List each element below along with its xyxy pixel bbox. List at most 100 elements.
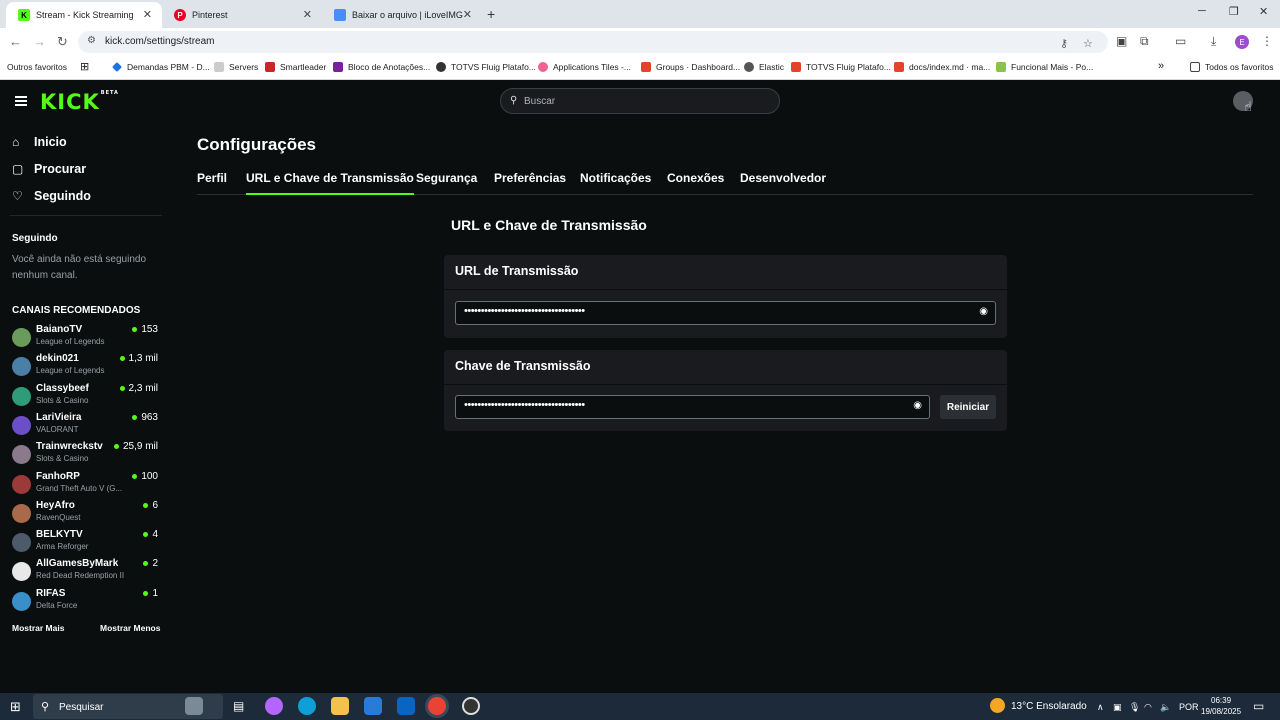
mic-icon[interactable]: 🎙 <box>1129 702 1140 713</box>
close-tab-icon[interactable]: ✕ <box>463 8 472 21</box>
show-url-eye-icon[interactable]: ◉ <box>979 306 988 317</box>
mouse-cursor-icon: ☝ <box>1244 99 1252 114</box>
stream-key-field[interactable]: •••••••••••••••••••••••••••••••••••• ◉ <box>455 395 930 419</box>
chrome-icon[interactable] <box>428 697 446 715</box>
browser-tab-title: Stream - Kick Streaming <box>36 10 134 20</box>
channel-item[interactable]: FanhoRP Grand Theft Auto V (G... 100 <box>12 471 160 499</box>
reload-icon[interactable]: ↻ <box>57 34 68 50</box>
bookmark-item[interactable]: Smartleader <box>265 62 326 72</box>
tab-preferences[interactable]: Preferências <box>494 171 566 185</box>
recommended-title: CANAIS RECOMENDADOS <box>12 305 141 316</box>
bookmark-item[interactable]: Applications Tiles -... <box>538 62 631 72</box>
channel-item[interactable]: Classybeef Slots & Casino 2,3 mil <box>12 383 160 411</box>
browser-tab-kick[interactable]: K Stream - Kick Streaming ✕ <box>6 2 162 28</box>
edge-icon[interactable] <box>298 697 316 715</box>
copilot-icon[interactable] <box>265 697 283 715</box>
tray-chevron-icon[interactable]: ∧ <box>1097 702 1104 713</box>
tab-profile[interactable]: Perfil <box>197 171 227 185</box>
channel-item[interactable]: AllGamesByMark Red Dead Redemption II 2 <box>12 558 160 586</box>
tab-security[interactable]: Segurança <box>416 171 477 185</box>
bookmark-item[interactable]: Servers <box>214 62 258 72</box>
show-more-button[interactable]: Mostrar Mais <box>12 623 64 633</box>
profile-avatar[interactable]: E <box>1235 35 1249 49</box>
app-icon[interactable] <box>462 697 480 715</box>
close-tab-icon[interactable]: ✕ <box>143 8 152 21</box>
channel-item[interactable]: BaianoTV League of Legends 153 <box>12 324 160 352</box>
hamburger-menu-icon[interactable] <box>15 96 27 106</box>
extension-icon[interactable]: ▣ <box>1116 34 1127 48</box>
sidebar-item-home[interactable]: ⌂ Inicio <box>12 135 67 149</box>
minimize-icon[interactable]: ─ <box>1198 5 1206 17</box>
restore-icon[interactable]: ❐ <box>1229 5 1239 18</box>
more-bookmarks-icon[interactable]: » <box>1158 60 1164 72</box>
bookmark-item[interactable]: Demandas PBM - D... <box>112 62 210 72</box>
taskbar-search-input[interactable]: ⚲ Pesquisar <box>33 694 223 719</box>
live-dot-icon <box>132 415 138 420</box>
bookmark-star-icon[interactable]: ☆ <box>1083 37 1093 50</box>
show-key-eye-icon[interactable]: ◉ <box>913 400 922 411</box>
tab-connections[interactable]: Conexões <box>667 171 724 185</box>
address-bar[interactable]: ⚙ kick.com/settings/stream ⚷ ☆ <box>78 31 1108 53</box>
weather-text[interactable]: 13°C Ensolarado <box>1011 701 1087 712</box>
bookmark-item[interactable]: Funcional Mais - Po... <box>996 62 1093 72</box>
search-input[interactable]: ⚲ Buscar <box>500 88 780 114</box>
reset-key-button[interactable]: Reiniciar <box>940 395 996 419</box>
clock-time[interactable]: 06:39 <box>1211 696 1231 705</box>
stream-url-card: URL de Transmissão •••••••••••••••••••••… <box>444 255 1007 338</box>
volume-icon[interactable]: 🔈 <box>1160 702 1171 713</box>
bookmark-item[interactable]: TOTVS Fluig Platafo... <box>436 62 536 72</box>
notifications-icon[interactable]: ▭ <box>1253 699 1264 713</box>
new-tab-icon[interactable]: + <box>487 6 495 22</box>
kick-favicon-icon: K <box>18 9 30 21</box>
wifi-icon[interactable]: ◠ <box>1144 702 1152 713</box>
all-bookmarks-folder[interactable]: Todos os favoritos <box>1190 62 1274 72</box>
store-icon[interactable] <box>364 697 382 715</box>
kick-logo[interactable]: KICKBETA <box>40 90 119 114</box>
channel-item[interactable]: HeyAfro RavenQuest 6 <box>12 500 160 528</box>
channel-item[interactable]: BELKYTV Arma Reforger 4 <box>12 529 160 557</box>
channel-item[interactable]: dekin021 League of Legends 1,3 mil <box>12 353 160 381</box>
bookmark-item[interactable]: TOTVS Fluig Platafo... <box>791 62 891 72</box>
tab-notifications[interactable]: Notificações <box>580 171 651 185</box>
outlook-icon[interactable] <box>397 697 415 715</box>
bookmark-item[interactable]: Bloco de Anotações... <box>333 62 430 72</box>
bookmark-item[interactable]: Outros favoritos <box>7 62 67 72</box>
tab-stream-url-key[interactable]: URL e Chave de Transmissão <box>246 171 414 195</box>
extensions-puzzle-icon[interactable]: ⧉ <box>1140 34 1149 49</box>
tray-app-icon[interactable]: ▣ <box>1113 702 1122 713</box>
download-icon[interactable]: ⤓ <box>1211 34 1216 49</box>
back-icon[interactable]: ← <box>9 34 22 49</box>
browser-tab-pinterest[interactable]: P Pinterest ✕ <box>162 2 322 28</box>
apps-grid-icon[interactable]: ⊞ <box>80 60 89 73</box>
forward-icon[interactable]: → <box>33 34 46 49</box>
sidebar-item-browse[interactable]: ▢ Procurar <box>12 162 86 176</box>
bookmark-item[interactable]: Elastic <box>744 62 784 72</box>
ilovimg-favicon-icon <box>334 9 346 21</box>
bookmark-item[interactable]: Groups · Dashboard... <box>641 62 740 72</box>
bookmark-item[interactable]: docs/index.md · ma... <box>894 62 990 72</box>
browser-tab-title: Pinterest <box>192 10 228 20</box>
close-tab-icon[interactable]: ✕ <box>303 8 312 21</box>
password-key-icon[interactable]: ⚷ <box>1060 37 1068 50</box>
channel-item[interactable]: RIFAS Delta Force 1 <box>12 588 160 616</box>
tab-developer[interactable]: Desenvolvedor <box>740 171 826 185</box>
sidebar-item-following[interactable]: ♡ Seguindo <box>12 189 91 203</box>
menu-dots-icon[interactable]: ⋮ <box>1261 34 1273 48</box>
tab-search-icon[interactable]: ▭ <box>1175 34 1186 48</box>
channel-avatar <box>12 504 31 523</box>
clock-date[interactable]: 19/08/2025 <box>1201 707 1241 716</box>
task-view-icon[interactable]: ▤ <box>233 699 244 713</box>
close-window-icon[interactable]: ✕ <box>1259 5 1268 18</box>
stream-url-field[interactable]: •••••••••••••••••••••••••••••••••••• ◉ <box>455 301 996 325</box>
channel-item[interactable]: LariVieira VALORANT 963 <box>12 412 160 440</box>
file-explorer-icon[interactable] <box>331 697 349 715</box>
card-divider <box>444 384 1007 385</box>
channel-item[interactable]: Trainwreckstv Slots & Casino 25,9 mil <box>12 441 160 469</box>
browser-tab-ilovimg[interactable]: Baixar o arquivo | iLoveIMG ✕ <box>322 2 482 28</box>
language-indicator[interactable]: POR <box>1179 702 1199 712</box>
site-settings-icon[interactable]: ⚙ <box>87 35 96 46</box>
show-less-button[interactable]: Mostrar Menos <box>100 623 160 633</box>
live-dot-icon <box>143 503 149 508</box>
windows-start-icon[interactable]: ⊞ <box>10 699 21 715</box>
channel-avatar <box>12 562 31 581</box>
